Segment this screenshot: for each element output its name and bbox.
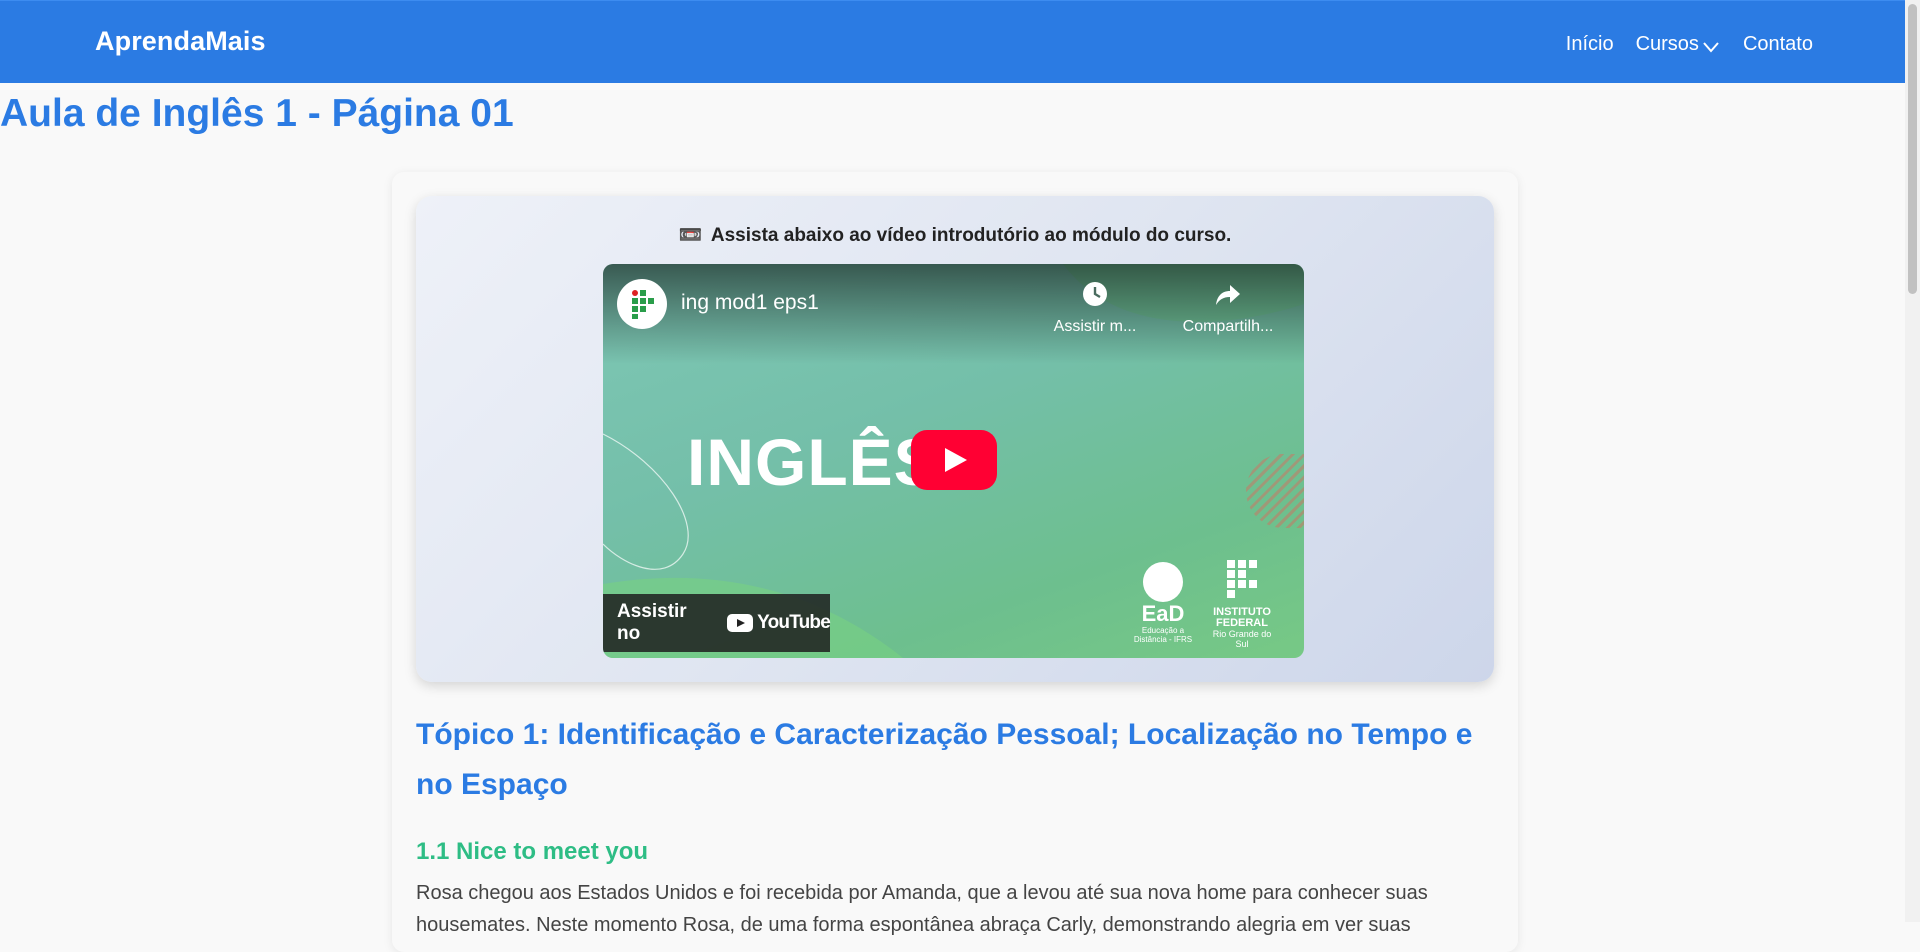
video-section: 📼 Assista abaixo ao vídeo introdutório a… — [416, 196, 1494, 682]
nav-contact[interactable]: Contato — [1743, 33, 1813, 56]
subtopic-title: 1.1 Nice to meet you — [416, 838, 649, 865]
lesson-card: 📼 Assista abaixo ao vídeo introdutório a… — [392, 172, 1518, 952]
youtube-wordmark: YouTube — [757, 612, 831, 633]
brand-logo[interactable]: AprendaMais — [95, 26, 266, 57]
youtube-logo: YouTube — [727, 612, 831, 634]
watch-on-youtube-button[interactable]: Assistir no YouTube — [603, 594, 831, 652]
ead-label: EaD — [1141, 601, 1185, 626]
watch-later-button[interactable]: Assistir m... — [1035, 280, 1155, 336]
page-title: Aula de Inglês 1 - Página 01 — [0, 92, 514, 135]
topic-title: Tópico 1: Identificação e Caracterização… — [416, 718, 1473, 801]
video-caption-text: Assista abaixo ao vídeo introdutório ao … — [710, 225, 1232, 246]
page-scrollbar[interactable] — [1905, 0, 1920, 922]
lesson-paragraph: Rosa chegou aos Estados Unidos e foi rec… — [416, 882, 1428, 936]
share-button[interactable]: Compartilh... — [1168, 280, 1288, 336]
top-navbar: AprendaMais Início Cursos Contato — [0, 0, 1905, 83]
chevron-down-icon — [1703, 42, 1719, 53]
nav-home[interactable]: Início — [1566, 33, 1614, 56]
if-sublabel: Rio Grande do Sul — [1212, 629, 1272, 649]
channel-avatar[interactable] — [617, 279, 667, 329]
clock-icon — [1083, 282, 1107, 306]
scrollbar-thumb[interactable] — [1908, 4, 1917, 294]
ead-sublabel: Educação a Distância - IFRS — [1133, 626, 1193, 644]
youtube-player[interactable]: ing mod1 eps1 Assistir m... Compartilh..… — [603, 264, 1304, 658]
youtube-play-icon — [727, 614, 754, 632]
watch-later-label: Assistir m... — [1053, 318, 1137, 335]
if-label: INSTITUTO FEDERAL — [1213, 606, 1271, 629]
ead-badge: EaD Educação a Distância - IFRS — [1133, 562, 1193, 644]
hand-pointer-icon — [1143, 562, 1183, 602]
nav-courses-label: Cursos — [1635, 32, 1699, 55]
video-title[interactable]: ing mod1 eps1 — [681, 291, 819, 315]
ifrs-logo-icon — [632, 290, 654, 319]
if-logo-icon — [1227, 560, 1257, 598]
play-icon[interactable] — [911, 430, 997, 490]
video-caption: 📼 Assista abaixo ao vídeo introdutório a… — [416, 223, 1494, 247]
if-badge: INSTITUTO FEDERAL Rio Grande do Sul — [1207, 560, 1277, 649]
share-arrow-icon — [1216, 285, 1240, 305]
share-label: Compartilh... — [1182, 318, 1274, 335]
main-nav: Início Cursos Contato — [1566, 31, 1813, 57]
thumbnail-title: INGLÊS — [687, 425, 939, 499]
watch-on-label: Assistir no — [617, 601, 687, 644]
nav-courses[interactable]: Cursos — [1636, 31, 1721, 57]
videocassette-icon: 📼 — [678, 225, 703, 246]
